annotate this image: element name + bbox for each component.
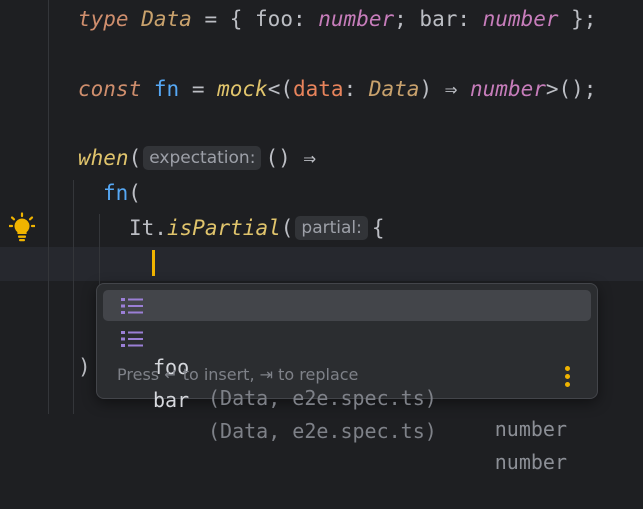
more-vertical-icon[interactable]	[565, 366, 571, 388]
field-list-icon	[121, 298, 143, 314]
completion-popup[interactable]: foo (Data, e2e.spec.ts) number bar (Data…	[96, 283, 598, 474]
code-line-5[interactable]: It.isPartial(partial:{	[0, 211, 385, 245]
completion-footer-hint: Press ↵ to insert, ⇥ to replace	[117, 365, 359, 384]
parameter-hint-expectation: expectation:	[143, 146, 262, 170]
code-line-2[interactable]: const fn = mock<(data: Data) ⇒ number>()…	[0, 72, 596, 106]
field-list-icon	[121, 331, 143, 347]
completion-item-foo[interactable]: foo (Data, e2e.spec.ts) number	[103, 290, 591, 441]
code-line-7[interactable]: )	[0, 350, 91, 384]
parameter-hint-partial: partial:	[295, 216, 368, 240]
text-cursor	[152, 250, 155, 276]
code-line-1[interactable]: type Data = { foo: number; bar: number }…	[0, 2, 596, 36]
code-line-3[interactable]: when(expectation:() ⇒	[0, 141, 316, 175]
code-line-4[interactable]: fn(	[0, 176, 141, 210]
completion-item-bar[interactable]: bar (Data, e2e.spec.ts) number	[103, 323, 591, 474]
current-line-highlight	[0, 247, 643, 281]
